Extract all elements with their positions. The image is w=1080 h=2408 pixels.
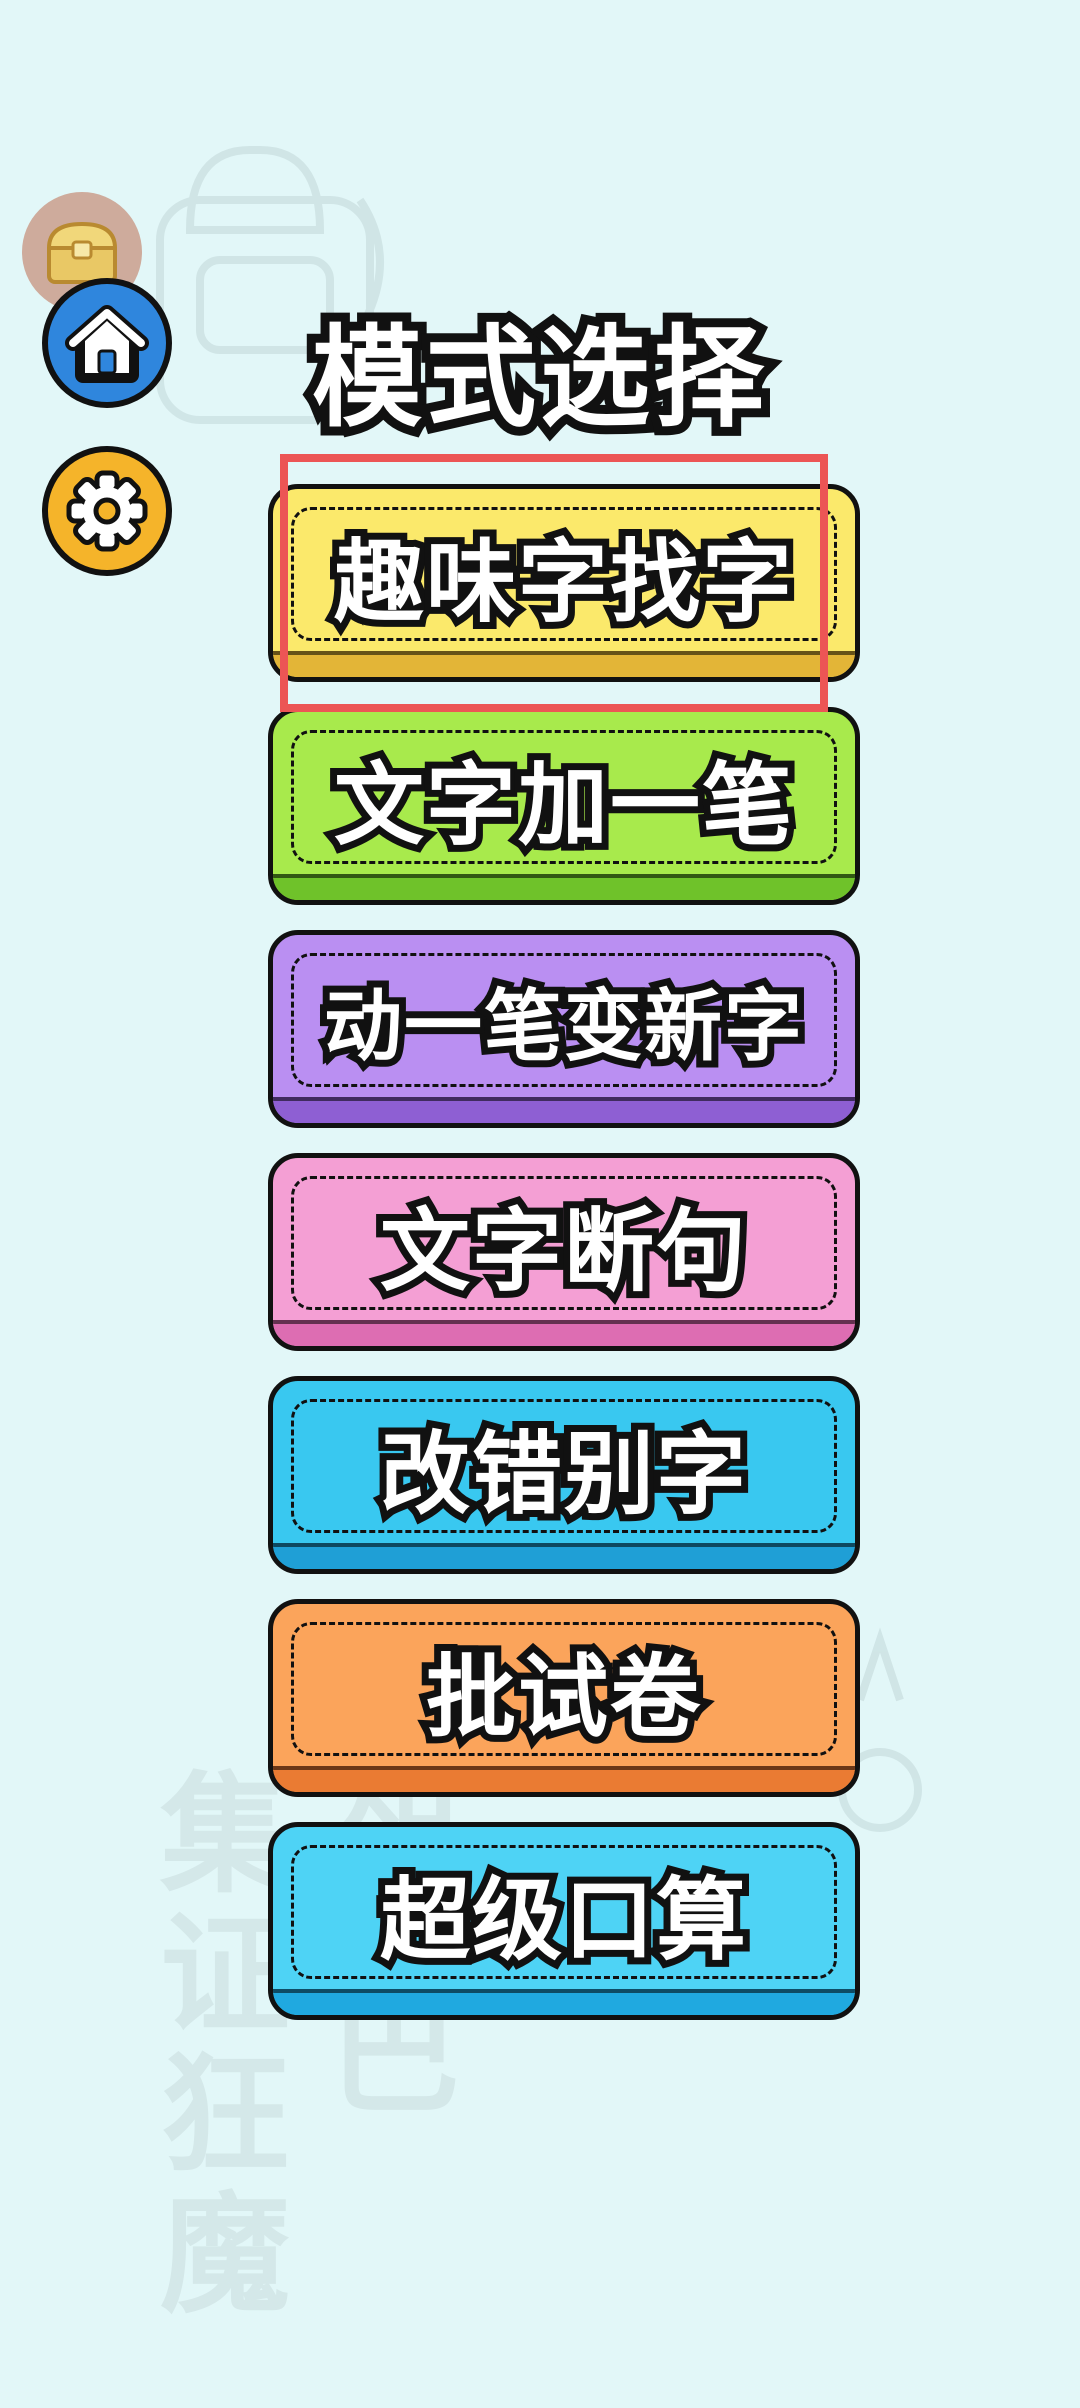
button-shade bbox=[273, 874, 855, 900]
watermark-left-4: 魔 bbox=[160, 2178, 290, 2331]
watermark-left-3: 狂 bbox=[160, 2038, 290, 2191]
button-shade bbox=[273, 1097, 855, 1123]
mode-label: 批试卷 bbox=[419, 1638, 707, 1757]
mode-button-fix-typos[interactable]: 改错别字 bbox=[268, 1376, 860, 1574]
mode-button-add-one-stroke[interactable]: 文字加一笔 bbox=[268, 707, 860, 905]
treasure-chest-icon bbox=[46, 221, 118, 284]
mode-button-super-mental-math[interactable]: 超级口算 bbox=[268, 1822, 860, 2020]
button-shade bbox=[273, 1320, 855, 1346]
button-shade bbox=[273, 1766, 855, 1792]
mode-label: 超级口算 bbox=[373, 1861, 753, 1980]
button-shade bbox=[273, 1543, 855, 1569]
mode-label: 文字断句 bbox=[373, 1192, 753, 1311]
mode-button-move-stroke-new-char[interactable]: 动一笔变新字 bbox=[268, 930, 860, 1128]
mode-button-grade-papers[interactable]: 批试卷 bbox=[268, 1599, 860, 1797]
gear-icon bbox=[66, 470, 148, 552]
selection-highlight-box bbox=[280, 454, 828, 712]
mode-label: 文字加一笔 bbox=[327, 746, 799, 865]
button-shade bbox=[273, 1989, 855, 2015]
settings-button[interactable] bbox=[42, 446, 172, 576]
page-title: 模式选择 bbox=[303, 309, 773, 447]
mode-button-sentence-break[interactable]: 文字断句 bbox=[268, 1153, 860, 1351]
mode-label: 改错别字 bbox=[373, 1415, 753, 1534]
mode-list: 趣味字找字 文字加一笔 动一笔变新字 文字断句 改错别字 批试卷 超级口算 bbox=[268, 484, 860, 2045]
mode-label: 动一笔变新字 bbox=[317, 975, 809, 1079]
